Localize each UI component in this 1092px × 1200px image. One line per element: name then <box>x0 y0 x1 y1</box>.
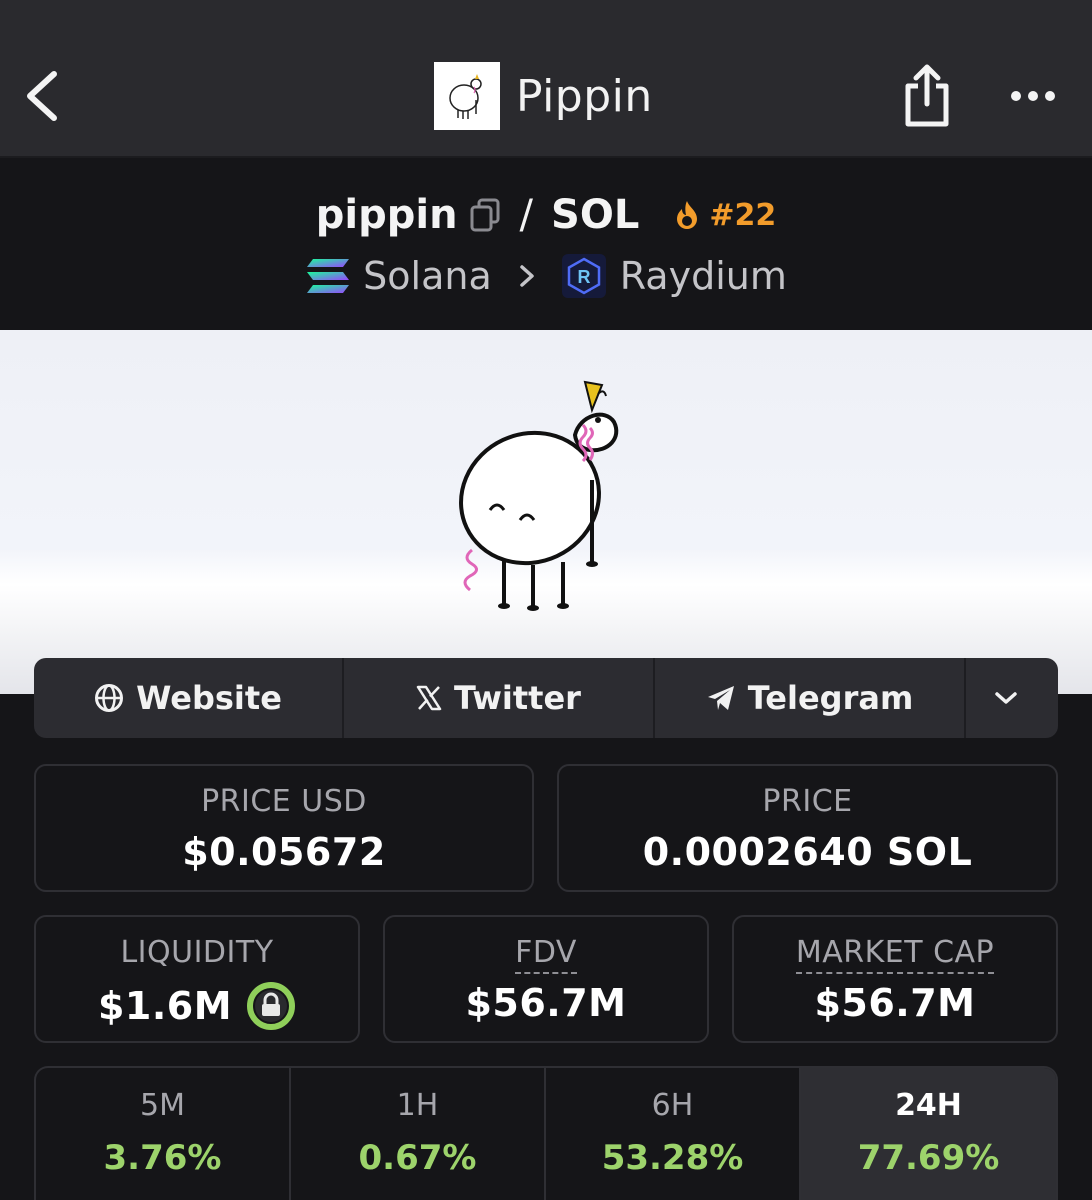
liquidity-label: LIQUIDITY <box>120 935 274 970</box>
market-cap-card[interactable]: MARKET CAP $56.7M <box>732 915 1058 1043</box>
token-avatar <box>434 62 500 130</box>
fdv-label: FDV <box>515 935 577 974</box>
share-icon <box>905 64 949 127</box>
price-usd-label: PRICE USD <box>201 784 367 819</box>
chevron-left-icon <box>27 71 57 121</box>
lock-icon[interactable] <box>246 981 296 1031</box>
market-cap-label-wrap: MARKET CAP <box>734 935 1056 974</box>
chevron-right-icon <box>519 265 534 287</box>
back-button[interactable] <box>20 64 68 128</box>
tab-label: 6H <box>651 1088 694 1123</box>
x-logo-icon <box>416 685 442 711</box>
fdv-card[interactable]: FDV $56.7M <box>383 915 709 1043</box>
tab-label: 24H <box>895 1088 962 1123</box>
top-navigation-bar: Pippin <box>0 0 1092 158</box>
base-token-symbol: pippin <box>315 192 458 238</box>
tab-1h[interactable]: 1H 0.67% <box>291 1068 546 1200</box>
tab-label: 5M <box>140 1088 185 1123</box>
price-change: 77.69% <box>857 1138 1000 1178</box>
telegram-icon <box>707 686 734 710</box>
pair-separator: / <box>519 192 534 238</box>
liquidity-value: $1.6M <box>97 984 233 1028</box>
price-change: 3.76% <box>103 1138 222 1178</box>
copy-icon[interactable] <box>470 198 500 232</box>
pair-name: pippin / SOL #22 <box>0 188 1092 242</box>
token-title: Pippin <box>434 62 653 130</box>
price-usd-value: $0.05672 <box>182 830 386 874</box>
market-cap-label: MARKET CAP <box>795 935 995 974</box>
chain-link[interactable]: Solana <box>305 254 492 298</box>
price-native-label: PRICE <box>762 784 853 819</box>
website-button[interactable]: Website <box>34 658 344 738</box>
more-options-button[interactable] <box>1008 82 1058 110</box>
dex-name: Raydium <box>619 254 787 298</box>
globe-icon <box>95 684 124 712</box>
quote-token-symbol: SOL <box>551 192 640 238</box>
more-horizontal-icon <box>1011 91 1055 101</box>
svg-text:R: R <box>577 267 590 287</box>
liquidity-card: LIQUIDITY $1.6M <box>34 915 360 1043</box>
tab-label: 1H <box>396 1088 439 1123</box>
market-cap-value: $56.7M <box>814 981 976 1025</box>
website-label: Website <box>136 679 282 717</box>
telegram-label: Telegram <box>747 679 914 717</box>
trending-rank-badge[interactable]: #22 <box>673 198 776 233</box>
price-usd-card: PRICE USD $0.05672 <box>34 764 534 892</box>
twitter-button[interactable]: Twitter <box>344 658 655 738</box>
fire-icon <box>677 201 698 229</box>
tab-5m[interactable]: 5M 3.76% <box>36 1068 291 1200</box>
price-change: 0.67% <box>358 1138 477 1178</box>
fdv-value: $56.7M <box>465 981 627 1025</box>
rank-label: #22 <box>709 197 777 233</box>
chain-breadcrumb: Solana R Raydium <box>0 250 1092 302</box>
more-links-dropdown[interactable] <box>966 658 1058 738</box>
price-native-card: PRICE 0.0002640 SOL <box>557 764 1058 892</box>
price-change: 53.28% <box>601 1138 744 1178</box>
twitter-label: Twitter <box>454 679 581 717</box>
price-native-value: 0.0002640 SOL <box>642 830 973 874</box>
share-button[interactable] <box>900 62 952 128</box>
pair-header: pippin / SOL #22 Solana R Raydium <box>0 160 1092 330</box>
dex-link[interactable]: R Raydium <box>561 254 787 298</box>
raydium-icon: R <box>561 254 606 298</box>
liquidity-value-row: $1.6M <box>36 981 358 1031</box>
social-links-bar: Website Twitter Telegram <box>34 658 1058 738</box>
chain-name: Solana <box>363 254 492 298</box>
chevron-down-icon <box>995 692 1017 704</box>
telegram-button[interactable]: Telegram <box>655 658 966 738</box>
tab-6h[interactable]: 6H 53.28% <box>546 1068 801 1200</box>
page-title: Pippin <box>516 70 653 122</box>
timeframe-tabs: 5M 3.76% 1H 0.67% 6H 53.28% 24H 77.69% <box>34 1066 1058 1200</box>
fdv-label-wrap: FDV <box>385 935 707 974</box>
tab-24h[interactable]: 24H 77.69% <box>801 1068 1056 1200</box>
token-banner-image <box>0 330 1092 694</box>
solana-icon <box>307 259 350 293</box>
